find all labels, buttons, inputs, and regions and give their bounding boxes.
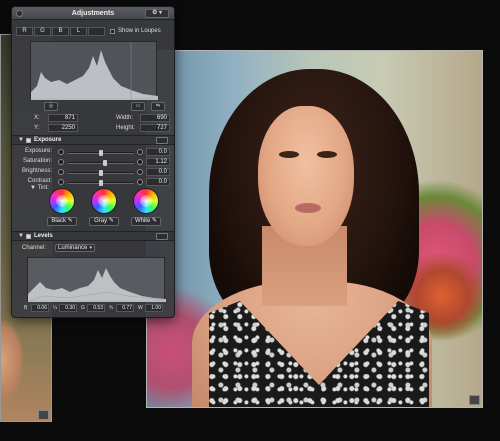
crop-icon[interactable]: ▭: [131, 102, 145, 111]
level-quarter-value[interactable]: 0.30: [59, 304, 77, 312]
close-icon[interactable]: [16, 10, 23, 17]
level-three-quarter-value[interactable]: 0.77: [116, 304, 134, 312]
slider-thumb[interactable]: [99, 150, 103, 156]
exposure-value[interactable]: 0.0: [146, 148, 170, 156]
disclosure-triangle-icon[interactable]: ▼: [18, 137, 24, 143]
level-gray-value[interactable]: 0.53: [87, 304, 105, 312]
brightness-reset-icon[interactable]: [137, 169, 143, 175]
brightness-label: Brightness:: [21, 168, 52, 174]
exposure-reset-icon[interactable]: [137, 149, 143, 155]
aperture-workspace: Adjustments ⚙ ▾ R G B L Show in Loupes ◎…: [0, 0, 500, 441]
channel-r-button[interactable]: R: [16, 27, 33, 36]
channel-extra-button[interactable]: [88, 27, 105, 36]
levels-title: Levels: [34, 233, 53, 239]
show-in-loupes-label: Show in Loupes: [118, 28, 161, 34]
histogram-channel-buttons: R G B L: [16, 27, 105, 37]
eyedropper-icon: ✎: [67, 218, 73, 224]
level-white-value[interactable]: 1.00: [145, 304, 163, 312]
channel-b-button[interactable]: B: [52, 27, 69, 36]
chevron-down-icon: ▾: [89, 245, 92, 251]
contrast-reset-icon[interactable]: [137, 179, 143, 185]
width-field[interactable]: 690: [140, 114, 170, 122]
level-three-quarter-label: ¾: [109, 305, 114, 311]
brightness-row: Brightness: 0.0: [12, 168, 174, 177]
show-in-loupes-checkbox[interactable]: [110, 29, 115, 34]
adjustments-hud: Adjustments ⚙ ▾ R G B L Show in Loupes ◎…: [11, 6, 175, 318]
level-black-value[interactable]: 0.06: [31, 304, 49, 312]
slider-thumb[interactable]: [99, 170, 103, 176]
brightness-slider[interactable]: [68, 170, 134, 176]
exposure-section-header[interactable]: ▼ Exposure: [12, 135, 174, 145]
saturation-value[interactable]: 1.12: [146, 158, 170, 166]
level-white-label: W: [138, 305, 143, 311]
channel-g-button[interactable]: G: [34, 27, 51, 36]
hud-title: Adjustments: [71, 10, 115, 17]
x-label: X:: [34, 115, 40, 121]
crosshair-icon[interactable]: ◎: [44, 102, 58, 111]
levels-enable-checkbox[interactable]: [26, 234, 31, 239]
slider-thumb[interactable]: [102, 160, 107, 166]
main-photo-viewer[interactable]: [146, 50, 483, 408]
channel-l-button[interactable]: L: [70, 27, 87, 36]
photo-face: [258, 106, 354, 246]
histogram-tools: ◎ ▭ ⇆: [16, 102, 172, 112]
viewer-toggle-icon[interactable]: [38, 410, 49, 420]
exposure-slider[interactable]: [68, 150, 134, 156]
saturation-slider[interactable]: [68, 160, 134, 166]
level-gray-label: G: [81, 305, 85, 311]
exposure-row: Exposure: 0.0: [12, 148, 174, 157]
exposure-menu-button[interactable]: [156, 137, 168, 144]
contrast-label: Contrast:: [27, 178, 52, 184]
levels-histogram[interactable]: [27, 257, 166, 302]
height-field[interactable]: 727: [140, 124, 170, 132]
saturation-reset-icon[interactable]: [137, 159, 143, 165]
tint-label: ▼ Tint:: [30, 185, 49, 191]
eyedropper-icon: ✎: [151, 218, 158, 224]
histogram: [30, 41, 158, 100]
channel-select[interactable]: Luminance ▾: [55, 244, 95, 252]
white-color-wheel-icon[interactable]: [133, 188, 159, 214]
height-label: Height:: [116, 125, 136, 131]
exposure-dial-icon[interactable]: [58, 149, 64, 155]
gear-icon[interactable]: ⚙ ▾: [145, 9, 169, 18]
y-field[interactable]: 2250: [48, 124, 78, 132]
white-eyedropper-button[interactable]: White ✎: [131, 217, 161, 226]
saturation-row: Saturation: 1.12: [12, 158, 174, 167]
levels-menu-button[interactable]: [156, 233, 168, 240]
slider-thumb[interactable]: [99, 180, 103, 186]
gray-color-wheel-icon[interactable]: [91, 188, 117, 214]
black-eyedropper-button[interactable]: Black ✎: [47, 217, 77, 226]
viewer-toggle-icon[interactable]: [469, 395, 480, 405]
contrast-slider[interactable]: [68, 180, 134, 186]
x-field[interactable]: 871: [48, 114, 78, 122]
exposure-title: Exposure: [34, 137, 62, 143]
channel-label: Channel:: [22, 245, 47, 251]
disclosure-triangle-icon[interactable]: ▼: [18, 233, 24, 239]
level-quarter-label: ¼: [53, 305, 58, 311]
level-black-label: B: [24, 305, 28, 311]
brightness-dial-icon[interactable]: [58, 169, 64, 175]
levels-values-row: B 0.06 ¼ 0.30 G 0.53 ¾ 0.77 W 1.00: [12, 304, 174, 313]
brightness-value[interactable]: 0.0: [146, 168, 170, 176]
levels-section-header[interactable]: ▼ Levels: [12, 231, 174, 241]
exposure-label: Exposure:: [24, 148, 52, 154]
gray-eyedropper-button[interactable]: Gray ✎: [89, 217, 119, 226]
saturation-dial-icon[interactable]: [58, 159, 64, 165]
swap-icon[interactable]: ⇆: [151, 102, 165, 111]
contrast-dial-icon[interactable]: [58, 179, 64, 185]
contrast-value[interactable]: 0.0: [146, 178, 170, 186]
y-label: Y:: [34, 125, 40, 131]
width-label: Width:: [116, 115, 134, 121]
hud-title-bar[interactable]: Adjustments ⚙ ▾: [12, 7, 174, 20]
black-color-wheel-icon[interactable]: [49, 188, 75, 214]
exposure-enable-checkbox[interactable]: [26, 138, 31, 143]
saturation-label: Saturation:: [22, 158, 52, 164]
eyedropper-icon: ✎: [108, 218, 114, 224]
